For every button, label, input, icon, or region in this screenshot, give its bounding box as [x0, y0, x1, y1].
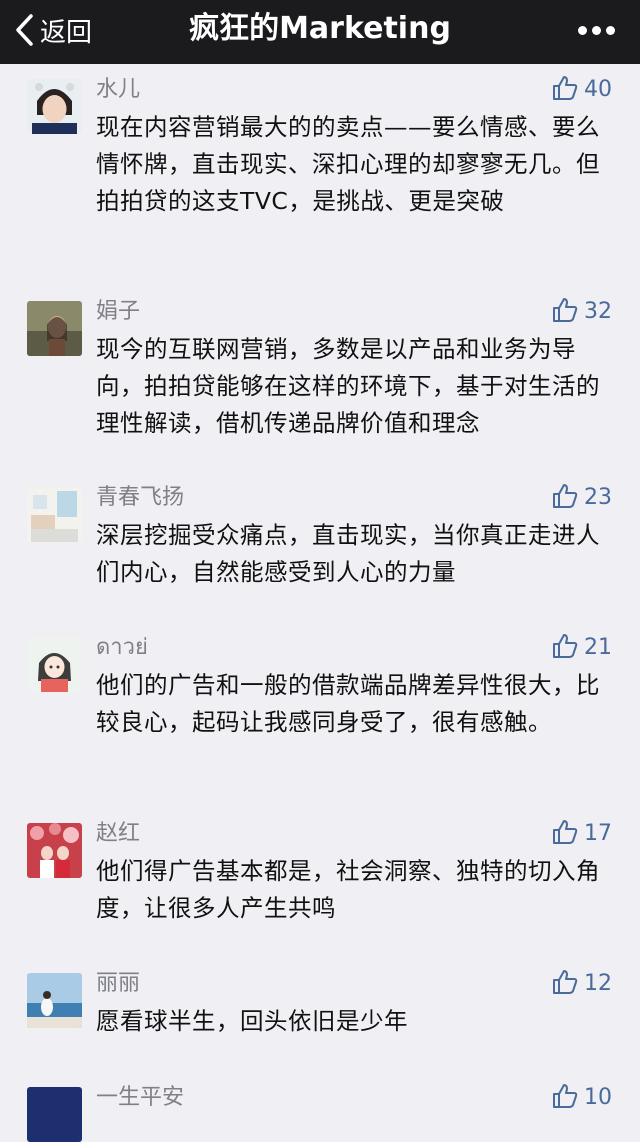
- like-button[interactable]: 17: [552, 819, 612, 849]
- avatar[interactable]: [27, 487, 82, 542]
- commenter-name: 青春飞扬: [96, 485, 185, 510]
- comment-text: 现在内容营销最大的的卖点——要么情感、要么情怀牌，直击现实、深扣心理的却寥寥无几…: [96, 113, 600, 215]
- more-dot-icon: [592, 25, 601, 35]
- like-button[interactable]: 12: [552, 969, 612, 999]
- like-button[interactable]: 21: [552, 633, 612, 663]
- navigation-bar: 返回 疯狂的Marketing: [0, 0, 640, 64]
- avatar[interactable]: [27, 301, 82, 356]
- thumbs-up-icon: [552, 297, 578, 327]
- commenter-name: 赵红: [96, 821, 141, 846]
- commenter-name: 娟子: [96, 299, 141, 324]
- commenter-name: 水儿: [96, 77, 141, 102]
- commenter-name: 丽丽: [96, 971, 141, 996]
- more-dot-icon: [578, 25, 587, 35]
- commenter-name: 一生平安: [96, 1085, 185, 1110]
- comment-text: 深层挖掘受众痛点，直击现实，当你真正走进人们内心，自然能感受到人心的力量: [96, 521, 600, 586]
- like-count: 10: [584, 1085, 612, 1110]
- avatar[interactable]: [27, 1087, 82, 1142]
- comment-text: 现今的互联网营销，多数是以产品和业务为导向，拍拍贷能够在这样的环境下，基于对生活…: [96, 335, 600, 437]
- comment-text: 愿看球半生，回头依旧是少年: [96, 1007, 408, 1035]
- like-count: 12: [584, 971, 612, 996]
- page-title: 疯狂的Marketing: [189, 11, 451, 46]
- like-count: 17: [584, 821, 612, 846]
- like-button[interactable]: 32: [552, 297, 612, 327]
- avatar[interactable]: [27, 637, 82, 692]
- thumbs-up-icon: [552, 75, 578, 105]
- like-button[interactable]: 40: [552, 75, 612, 105]
- thumbs-up-icon: [552, 483, 578, 513]
- thumbs-up-icon: [552, 969, 578, 999]
- commenter-name: ดาวย่: [96, 635, 148, 660]
- comment-text: 他们的广告和一般的借款端品牌差异性很大，比较良心，起码让我感同身受了，很有感触。: [96, 671, 600, 736]
- thumbs-up-icon: [552, 819, 578, 849]
- like-count: 23: [584, 485, 612, 510]
- avatar[interactable]: [27, 823, 82, 878]
- thumbs-up-icon: [552, 1083, 578, 1113]
- like-count: 32: [584, 299, 612, 324]
- comment-text: 他们得广告基本都是，社会洞察、独特的切入角度，让很多人产生共鸣: [96, 857, 600, 922]
- thumbs-up-icon: [552, 633, 578, 663]
- more-dot-icon: [606, 25, 615, 35]
- like-button[interactable]: 23: [552, 483, 612, 513]
- avatar[interactable]: [27, 79, 82, 134]
- avatar[interactable]: [27, 973, 82, 1028]
- more-button[interactable]: [578, 22, 618, 38]
- like-button[interactable]: 10: [552, 1083, 612, 1113]
- like-count: 21: [584, 635, 612, 660]
- like-count: 40: [584, 77, 612, 102]
